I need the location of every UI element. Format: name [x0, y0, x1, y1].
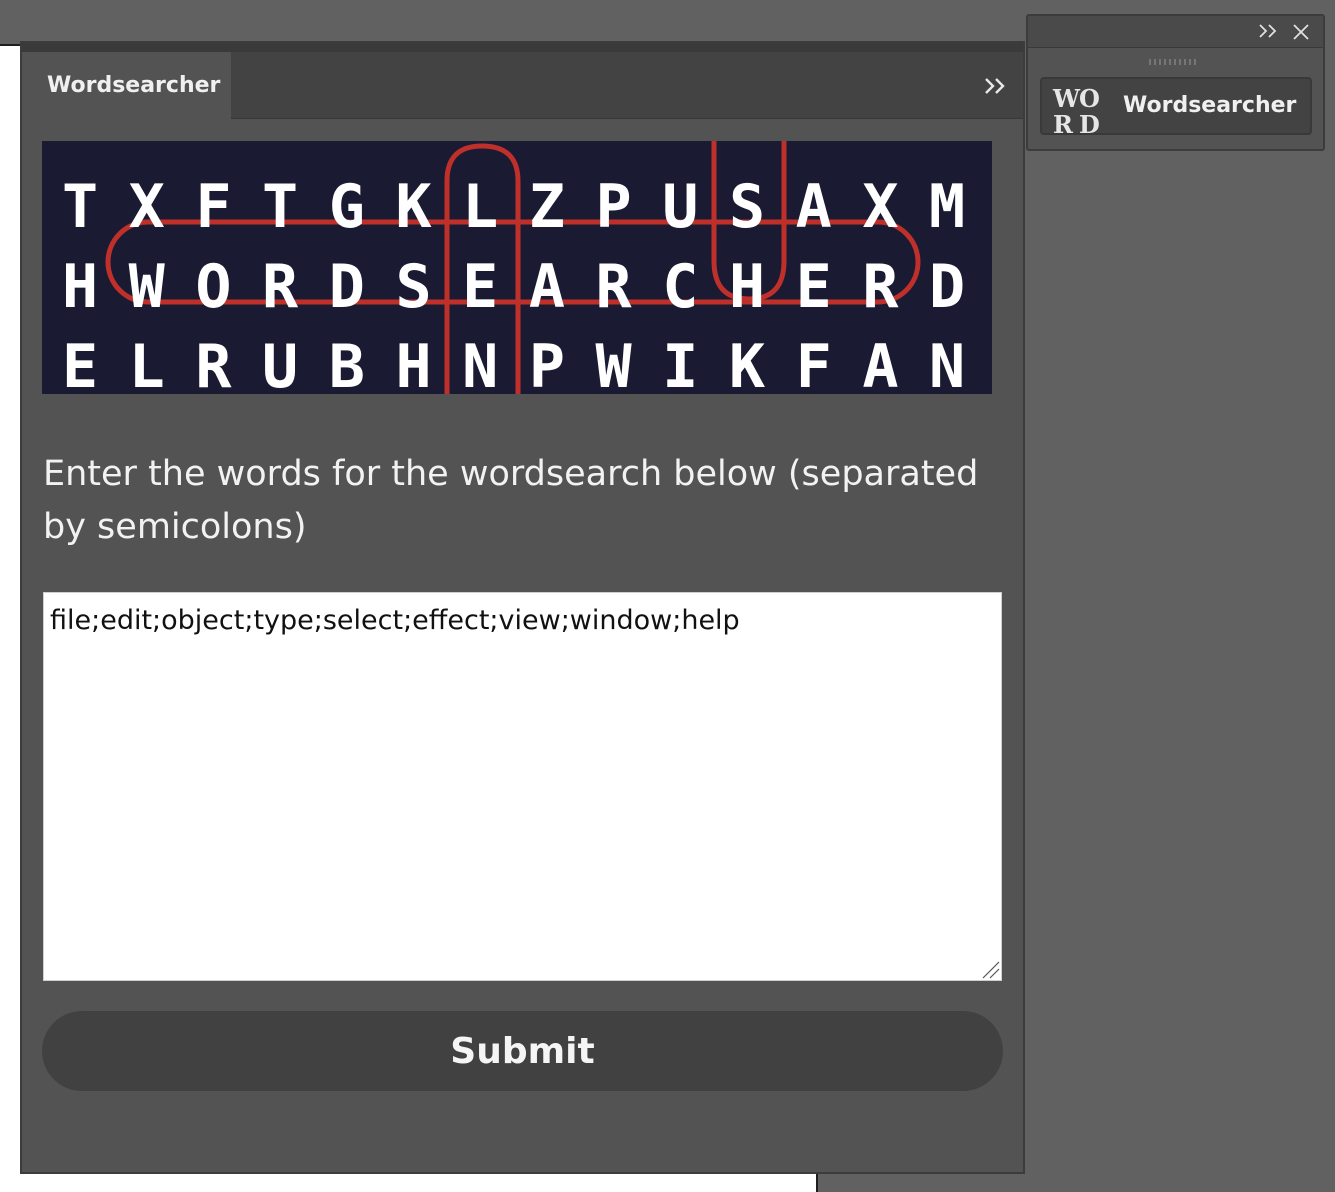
- grid-letter-r2c11: F: [796, 332, 832, 394]
- grid-letter-r0c8: P: [596, 172, 632, 242]
- wordsearch-banner-graphic: T X F T G K L Z P U S A X MH W O R D S E A R C H E R DE L R U B H N P W I K F…: [62, 141, 965, 394]
- grid-letter-r0c4: G: [329, 172, 365, 242]
- close-icon[interactable]: [1291, 22, 1311, 42]
- logo-letter-w: W: [1052, 84, 1081, 113]
- grip-handle-icon[interactable]: [1148, 58, 1198, 66]
- wordsearch-banner: TXFTGKLZPUSAXMHWORDSEARCHERDELRUBHNPWIKF…: [42, 141, 992, 394]
- grid-letter-r1c5: S: [395, 252, 431, 322]
- grid-letter-r2c10: K: [729, 332, 765, 394]
- instructions-text: Enter the words for the wordsearch below…: [43, 454, 979, 547]
- grid-letter-r2c3: U: [262, 332, 298, 394]
- grid-letter-r1c8: R: [596, 252, 633, 322]
- double-chevron-right-icon[interactable]: [1257, 22, 1279, 40]
- dock-header[interactable]: [1028, 16, 1323, 48]
- grid-letter-r1c10: H: [729, 252, 765, 322]
- wordsearcher-panel: Wordsearcher TXFTGKLZPUSAXMHWORDSEARCHER…: [20, 41, 1025, 1174]
- grid-letter-r0c13: M: [929, 172, 965, 242]
- grid-letter-r2c9: I: [662, 332, 698, 394]
- logo-letter-o: O: [1079, 84, 1100, 113]
- grid-letter-r0c9: U: [662, 172, 698, 242]
- tab-wordsearcher[interactable]: Wordsearcher: [22, 52, 231, 120]
- panel-tab-bar: Wordsearcher: [22, 52, 1023, 120]
- grid-letter-r1c1: W: [129, 252, 166, 322]
- submit-button[interactable]: Submit: [42, 1011, 1003, 1091]
- grid-letter-r2c2: R: [195, 332, 232, 394]
- grid-letter-r1c7: A: [529, 252, 565, 322]
- grid-letter-r2c5: H: [395, 332, 431, 394]
- grid-letter-r0c1: X: [129, 172, 165, 242]
- panel-drag-bar[interactable]: [22, 43, 1023, 52]
- grid-letter-r0c10: S: [729, 172, 765, 242]
- grid-letter-r2c0: E: [62, 332, 98, 394]
- grid-letter-r1c9: C: [662, 252, 698, 322]
- grid-letter-r2c13: N: [929, 332, 965, 394]
- grid-letter-r0c6: L: [462, 172, 498, 242]
- grid-letter-r2c6: N: [462, 332, 498, 394]
- grid-letter-r0c12: X: [862, 172, 898, 242]
- grid-letter-r1c2: O: [195, 252, 231, 322]
- grid-letter-r1c13: D: [929, 252, 965, 322]
- logo-letter-r: R: [1053, 110, 1074, 136]
- grid-letter-r2c4: B: [329, 332, 365, 394]
- grid-letter-r2c7: P: [529, 332, 565, 394]
- grid-letter-r0c5: K: [395, 172, 431, 242]
- wordsearcher-plugin-button[interactable]: W O R D Wordsearcher: [1040, 77, 1312, 136]
- logo-letter-d: D: [1079, 110, 1100, 136]
- word-logo-icon: W O R D: [1052, 84, 1100, 136]
- grid-letter-r1c12: R: [862, 252, 899, 322]
- grid-letter-r0c2: F: [195, 172, 231, 242]
- grid-letter-r1c0: H: [62, 252, 98, 322]
- grid-letter-r0c0: T: [62, 172, 98, 242]
- grid-letter-r2c1: L: [129, 332, 165, 394]
- grid-letter-r0c7: Z: [529, 172, 565, 242]
- grid-letter-r2c8: W: [596, 332, 633, 394]
- grid-letter-r1c3: R: [262, 252, 299, 322]
- collapsed-panel-dock: W O R D Wordsearcher: [1026, 14, 1325, 151]
- words-input[interactable]: file;edit;object;type;select;effect;view…: [43, 592, 1002, 981]
- panel-menu-icon[interactable]: [981, 72, 1009, 100]
- grid-letter-r1c4: D: [329, 252, 365, 322]
- grid-letter-r1c11: E: [796, 252, 832, 322]
- grid-letter-r0c3: T: [262, 172, 298, 242]
- grid-letter-r0c11: A: [796, 172, 832, 242]
- plugin-label: Wordsearcher: [1123, 93, 1297, 118]
- grid-letter-r2c12: A: [862, 332, 898, 394]
- grid-letter-r1c6: E: [462, 252, 498, 322]
